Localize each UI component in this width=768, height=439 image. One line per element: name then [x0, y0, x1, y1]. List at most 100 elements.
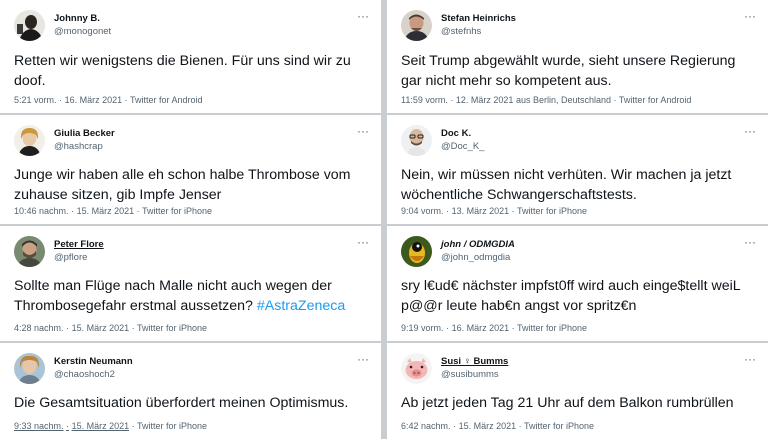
- display-name[interactable]: Peter Flore: [54, 238, 104, 251]
- separator: ·: [446, 323, 450, 333]
- tweet-date[interactable]: 15. März 2021: [77, 206, 135, 216]
- display-name[interactable]: Giulia Becker: [54, 127, 115, 140]
- avatar[interactable]: [14, 124, 45, 156]
- user-names: Giulia Becker @hashcrap: [54, 127, 115, 153]
- separator: ·: [66, 323, 70, 333]
- user-handle[interactable]: @hashcrap: [54, 140, 115, 153]
- display-name[interactable]: Kerstin Neumann: [54, 355, 133, 368]
- avatar[interactable]: [14, 352, 45, 384]
- separator: ·: [453, 421, 457, 431]
- user-names: john / ODMGDIA @john_odmgdia: [441, 238, 515, 264]
- tweet-text: Retten wir wenigstens die Bienen. Für un…: [14, 53, 351, 89]
- tweet-card[interactable]: Stefan Heinrichs @stefnhs ··· Seit Trump…: [387, 0, 768, 113]
- tweet-time[interactable]: 9:04 vorm.: [401, 206, 444, 216]
- tweet-source[interactable]: Twitter for iPhone: [524, 421, 594, 431]
- separator: ·: [124, 95, 128, 105]
- tweet-text: Junge wir haben alle eh schon halbe Thro…: [14, 167, 351, 203]
- tweet-meta: 9:04 vorm. · 13. März 2021 · Twitter for…: [401, 206, 587, 216]
- more-horizontal-icon[interactable]: ···: [357, 353, 369, 365]
- more-horizontal-icon[interactable]: ···: [744, 236, 756, 248]
- more-horizontal-icon[interactable]: ···: [357, 125, 369, 137]
- tweet-date[interactable]: 13. März 2021: [452, 206, 510, 216]
- user-handle[interactable]: @stefnhs: [441, 25, 516, 38]
- tweet-source[interactable]: Twitter for iPhone: [517, 206, 587, 216]
- tweet-time[interactable]: 10:46 nachm.: [14, 206, 69, 216]
- tweet-meta: 11:59 vorm. · 12. März 2021 aus Berlin, …: [401, 95, 691, 105]
- display-name[interactable]: john / ODMGDIA: [441, 238, 515, 251]
- tweet-meta: 4:28 nachm. · 15. März 2021 · Twitter fo…: [14, 323, 207, 333]
- tweet-header: Susi ♀ Bumms @susibumms: [401, 352, 758, 384]
- tweet-card[interactable]: Johnny B. @monogonet ··· Retten wir weni…: [0, 0, 381, 113]
- tweet-source[interactable]: Twitter for iPhone: [142, 206, 212, 216]
- tweet-time[interactable]: 5:21 vorm.: [14, 95, 57, 105]
- tweet-source[interactable]: Twitter for iPhone: [517, 323, 587, 333]
- separator: ·: [518, 421, 522, 431]
- tweet-location[interactable]: aus Berlin, Deutschland: [516, 95, 611, 105]
- tweet-date[interactable]: 16. März 2021: [65, 95, 123, 105]
- hashtag-link[interactable]: #AstraZeneca: [257, 298, 345, 314]
- tweet-meta: 5:21 vorm. · 16. März 2021 · Twitter for…: [14, 95, 203, 105]
- user-names: Susi ♀ Bumms @susibumms: [441, 355, 508, 381]
- avatar[interactable]: [14, 235, 45, 267]
- tweet-card[interactable]: Susi ♀ Bumms @susibumms ··· Ab jetzt jed…: [387, 343, 768, 439]
- tweet-time[interactable]: 9:33 nachm.: [14, 421, 64, 431]
- tweet-text: Ab jetzt jeden Tag 21 Uhr auf dem Balkon…: [401, 395, 734, 411]
- tweet-date[interactable]: 15. März 2021: [72, 421, 130, 431]
- user-handle[interactable]: @monogonet: [54, 25, 111, 38]
- tweet-header: Peter Flore @pflore: [14, 235, 371, 267]
- more-horizontal-icon[interactable]: ···: [744, 353, 756, 365]
- avatar[interactable]: [401, 9, 432, 41]
- tweet-source[interactable]: Twitter for iPhone: [137, 323, 207, 333]
- more-horizontal-icon[interactable]: ···: [744, 125, 756, 137]
- user-handle[interactable]: @Doc_K_: [441, 140, 484, 153]
- tweet-card[interactable]: Kerstin Neumann @chaoshoch2 ··· Die Gesa…: [0, 343, 381, 439]
- user-names: Kerstin Neumann @chaoshoch2: [54, 355, 133, 381]
- user-handle[interactable]: @chaoshoch2: [54, 368, 133, 381]
- tweet-source[interactable]: Twitter for iPhone: [137, 421, 207, 431]
- display-name[interactable]: Stefan Heinrichs: [441, 12, 516, 25]
- tweet-card[interactable]: Peter Flore @pflore ··· Sollte man Flüge…: [0, 226, 381, 341]
- tweet-text: Sollte man Flüge nach Malle nicht auch w…: [14, 277, 371, 316]
- more-horizontal-icon[interactable]: ···: [744, 10, 756, 22]
- more-horizontal-icon[interactable]: ···: [357, 10, 369, 22]
- tweet-text: Seit Trump abgewählt wurde, sieht unsere…: [401, 53, 736, 89]
- tweet-time[interactable]: 11:59 vorm.: [401, 95, 448, 105]
- tweet-text: sry l€ud€ nächster impfst0ff wird auch e…: [401, 278, 741, 314]
- separator: ·: [71, 206, 75, 216]
- user-names: Peter Flore @pflore: [54, 238, 104, 264]
- tweet-time[interactable]: 6:42 nachm.: [401, 421, 451, 431]
- tweet-meta: 6:42 nachm. · 15. März 2021 · Twitter fo…: [401, 421, 594, 431]
- display-name[interactable]: Doc K.: [441, 127, 484, 140]
- display-name[interactable]: Johnny B.: [54, 12, 111, 25]
- user-names: Johnny B. @monogonet: [54, 12, 111, 38]
- avatar[interactable]: [401, 235, 432, 267]
- avatar[interactable]: [14, 9, 45, 41]
- separator: ·: [131, 421, 135, 431]
- more-horizontal-icon[interactable]: ···: [357, 236, 369, 248]
- user-handle[interactable]: @john_odmgdia: [441, 251, 515, 264]
- separator: ·: [136, 206, 140, 216]
- display-name[interactable]: Susi ♀ Bumms: [441, 355, 508, 368]
- tweet-header: Stefan Heinrichs @stefnhs: [401, 9, 758, 41]
- tweet-time[interactable]: 9:19 vorm.: [401, 323, 444, 333]
- tweet-source[interactable]: Twitter for Android: [619, 95, 692, 105]
- tweet-card[interactable]: john / ODMGDIA @john_odmgdia ··· sry l€u…: [387, 226, 768, 341]
- tweet-date[interactable]: 15. März 2021: [72, 323, 130, 333]
- tweet-meta: 10:46 nachm. · 15. März 2021 · Twitter f…: [14, 206, 212, 216]
- tweet-card[interactable]: Giulia Becker @hashcrap ··· Junge wir ha…: [0, 115, 381, 224]
- tweet-meta: 9:19 vorm. · 16. März 2021 · Twitter for…: [401, 323, 587, 333]
- tweet-date[interactable]: 15. März 2021: [459, 421, 517, 431]
- tweet-time[interactable]: 4:28 nachm.: [14, 323, 64, 333]
- user-handle[interactable]: @susibumms: [441, 368, 508, 381]
- avatar[interactable]: [401, 124, 432, 156]
- tweet-date[interactable]: 12. März 2021: [456, 95, 514, 105]
- user-handle[interactable]: @pflore: [54, 251, 104, 264]
- separator: ·: [131, 323, 135, 333]
- tweet-date[interactable]: 16. März 2021: [452, 323, 510, 333]
- tweet-source[interactable]: Twitter for Android: [130, 95, 203, 105]
- tweet-header: john / ODMGDIA @john_odmgdia: [401, 235, 758, 267]
- tweet-card[interactable]: Doc K. @Doc_K_ ··· Nein, wir müssen nich…: [387, 115, 768, 224]
- tweet-text: Die Gesamtsituation überfordert meinen O…: [14, 395, 349, 411]
- tweet-text: Nein, wir müssen nicht verhüten. Wir mac…: [401, 167, 732, 203]
- avatar[interactable]: [401, 352, 432, 384]
